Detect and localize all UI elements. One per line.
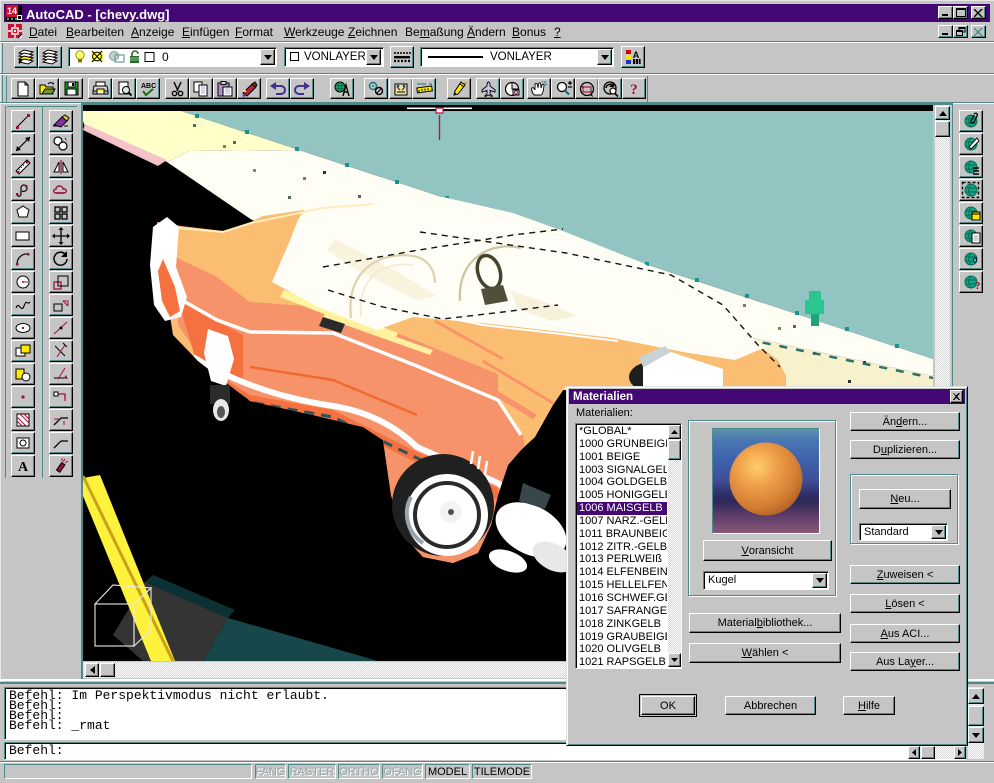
svg-text:?: ? — [630, 82, 638, 97]
svg-text:A: A — [18, 460, 29, 475]
svg-text:?: ? — [975, 280, 981, 291]
svg-text:A: A — [633, 50, 640, 60]
svg-text:ABC: ABC — [141, 83, 156, 90]
svg-text:14: 14 — [7, 6, 17, 16]
